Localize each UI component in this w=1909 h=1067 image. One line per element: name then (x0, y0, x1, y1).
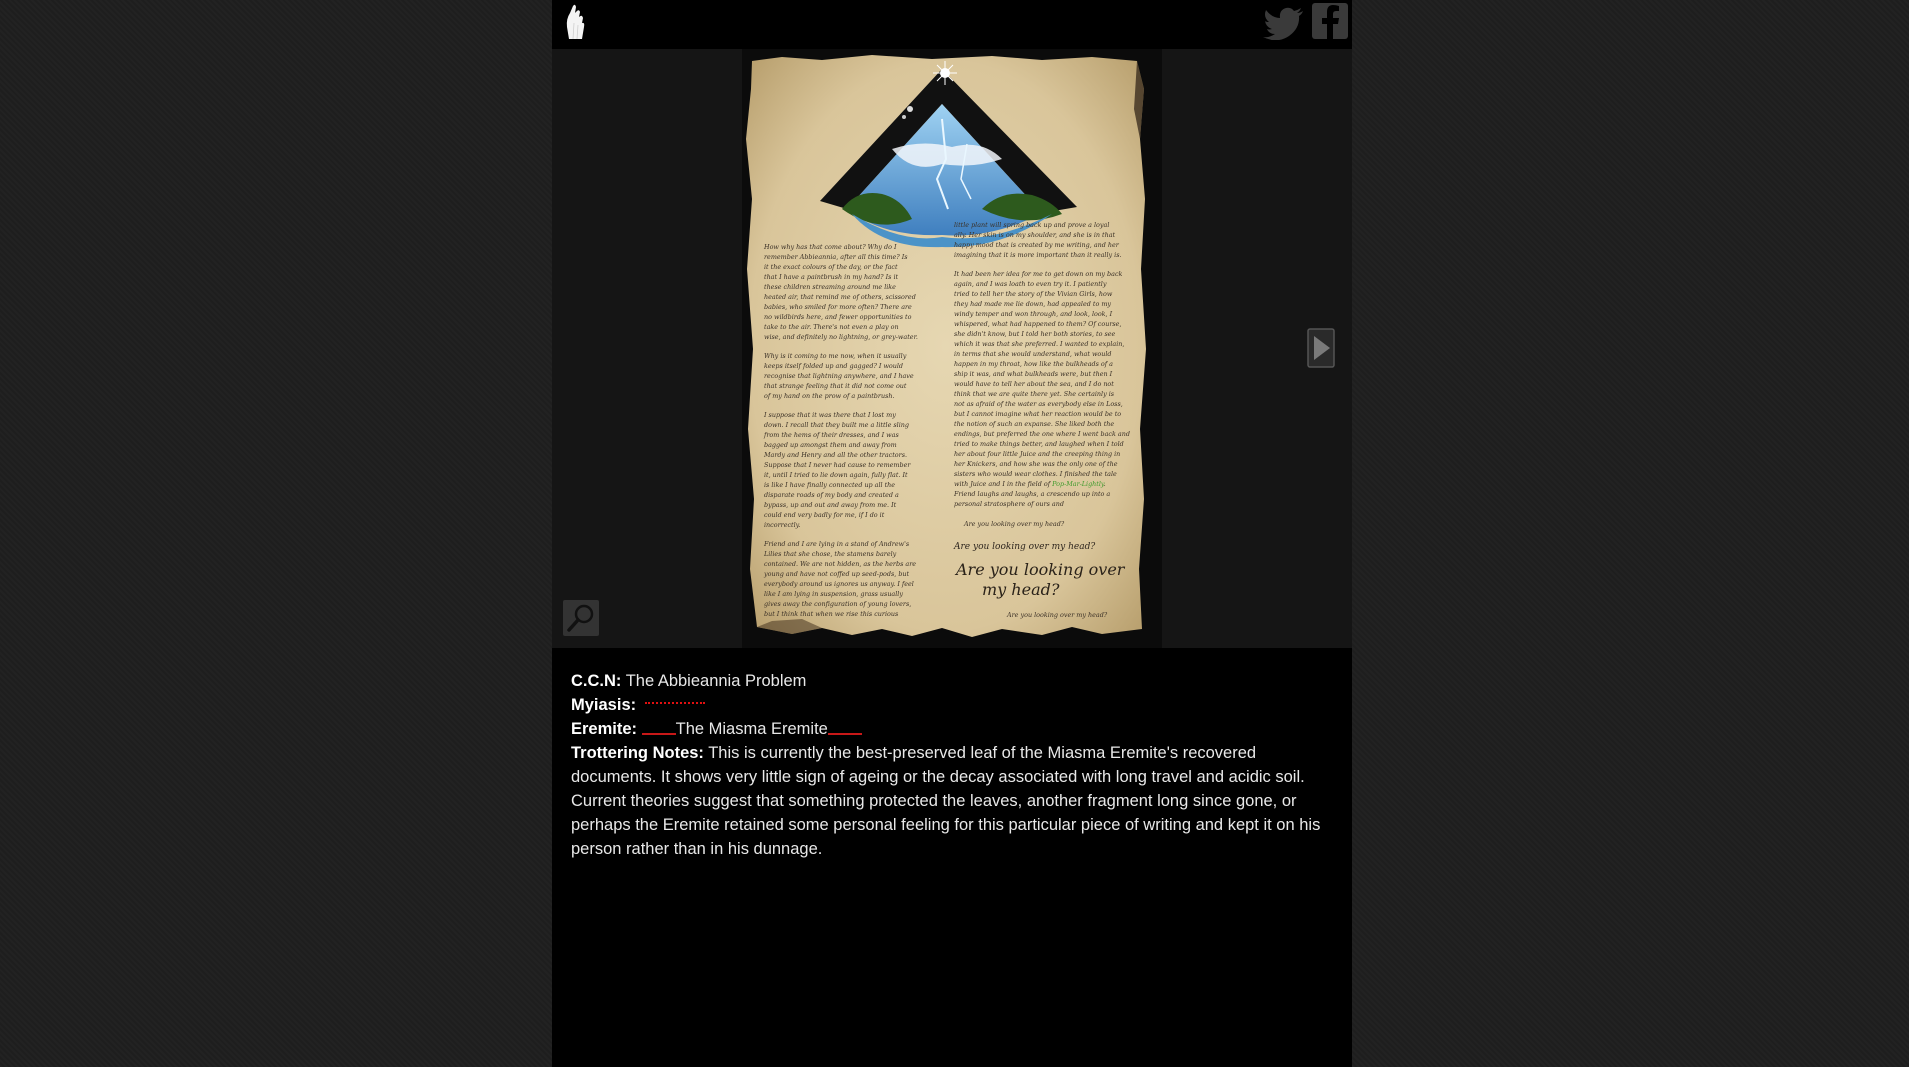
leaf-question-footer: Are you looking over my head? (1006, 611, 1108, 619)
ccn-value: The Abbieannia Problem (625, 672, 807, 690)
eremite-value: The Miasma Eremite (675, 720, 828, 738)
leaf-question-large-1: Are you looking over (954, 560, 1126, 579)
document-leaf-image: How why has that come about? Why do I re… (746, 55, 1146, 637)
notes-row: Trottering Notes: This is currently the … (571, 741, 1341, 861)
myiasis-redacted-mark (644, 702, 705, 704)
magnifier-icon[interactable] (563, 600, 599, 636)
eremite-row: Eremite: The Miasma Eremite (571, 717, 1341, 741)
eremite-underline-left (641, 719, 676, 735)
triangle-right-arrow-icon[interactable] (1307, 328, 1335, 368)
eremite-underline-right (827, 719, 862, 735)
white-hand-logo-icon[interactable] (561, 3, 589, 41)
leaf-question-large-2: my head? (982, 580, 1060, 599)
document-viewer: How why has that come about? Why do I re… (552, 49, 1352, 648)
ccn-label: C.C.N: (571, 672, 622, 690)
myiasis-label: Myiasis: (571, 696, 637, 714)
notes-label: Trottering Notes: (571, 744, 704, 762)
page-container: How why has that come about? Why do I re… (552, 0, 1352, 1067)
leaf-question-small: Are you looking over my head? (963, 520, 1065, 528)
document-leaf-frame: How why has that come about? Why do I re… (742, 49, 1162, 648)
top-bar (552, 0, 1352, 49)
myiasis-row: Myiasis: (571, 693, 1341, 717)
facebook-icon[interactable] (1312, 3, 1348, 39)
eremite-label: Eremite: (571, 720, 638, 738)
twitter-bird-icon[interactable] (1263, 6, 1305, 40)
leaf-caption: C.C.N: The Abbieannia Problem Myiasis: E… (571, 669, 1341, 861)
leaf-question-medium: Are you looking over my head? (953, 542, 1095, 552)
ccn-row: C.C.N: The Abbieannia Problem (571, 669, 1341, 693)
svg-text:How why has that come about? W: How why has that come about? Why do I re… (763, 243, 920, 618)
